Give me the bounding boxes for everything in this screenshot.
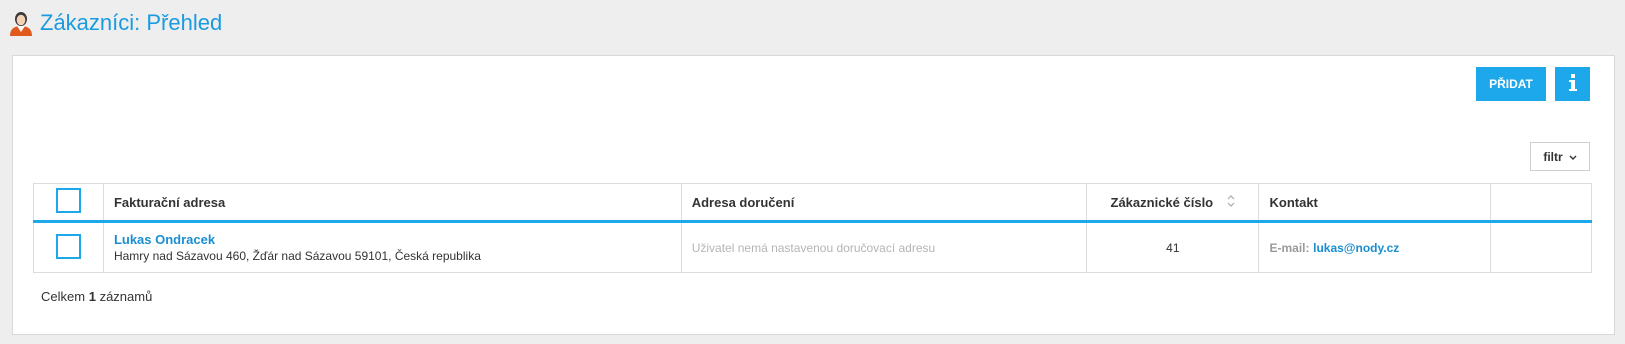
customer-number-cell: 41 xyxy=(1086,221,1260,273)
shipping-address-cell: Uživatel nemá nastavenou doručovací adre… xyxy=(680,221,1088,273)
chevron-down-icon xyxy=(1569,150,1577,164)
sort-icon[interactable] xyxy=(1227,193,1235,212)
customer-name-link[interactable]: Lukas Ondracek xyxy=(114,232,671,247)
column-contact: Kontakt xyxy=(1258,183,1491,223)
records-total-prefix: Celkem xyxy=(41,289,86,304)
records-total-suffix: záznamů xyxy=(99,289,153,304)
billing-address-cell: Lukas Ondracek Hamry nad Sázavou 460, Žď… xyxy=(102,221,682,273)
contact-cell: E-mail: lukas@nody.cz xyxy=(1258,221,1491,273)
contact-email-link[interactable]: lukas@nody.cz xyxy=(1313,241,1399,255)
customers-table: Fakturační adresa Adresa doručení Zákazn… xyxy=(33,183,1593,273)
column-extra xyxy=(1489,183,1593,223)
row-checkbox[interactable] xyxy=(55,233,81,259)
contact-email-label: E-mail: xyxy=(1269,241,1310,255)
column-shipping-address: Adresa doručení xyxy=(680,183,1088,223)
records-total-count: 1 xyxy=(88,289,96,304)
records-total: Celkem 1 záznamů xyxy=(41,289,152,304)
select-all-checkbox[interactable] xyxy=(55,188,81,213)
select-all-cell xyxy=(33,183,104,223)
filter-button[interactable]: filtr xyxy=(1530,142,1590,171)
customer-address: Hamry nad Sázavou 460, Žďár nad Sázavou … xyxy=(113,249,481,263)
page-header: Zákazníci: Přehled xyxy=(8,8,222,38)
row-select-cell xyxy=(33,221,104,273)
row-extra-cell xyxy=(1489,221,1593,273)
column-customer-number[interactable]: Zákaznické číslo xyxy=(1086,183,1260,223)
filter-label: filtr xyxy=(1543,149,1563,164)
page-title: Zákazníci: Přehled xyxy=(40,10,223,35)
customers-panel: PŘIDAT filtr Fakturační adresa Adresa do… xyxy=(12,55,1615,335)
table-row: Lukas Ondracek Hamry nad Sázavou 460, Žď… xyxy=(33,221,1593,273)
info-icon xyxy=(1568,73,1578,95)
column-billing-address: Fakturační adresa xyxy=(102,183,682,223)
add-customer-button[interactable]: PŘIDAT xyxy=(1476,67,1546,101)
info-button[interactable] xyxy=(1555,67,1590,101)
column-customer-number-label: Zákaznické číslo xyxy=(1110,194,1214,210)
table-header-row: Fakturační adresa Adresa doručení Zákazn… xyxy=(33,183,1593,223)
user-avatar-icon xyxy=(8,10,34,36)
shipping-address-empty: Uživatel nemá nastavenou doručovací adre… xyxy=(691,241,936,255)
